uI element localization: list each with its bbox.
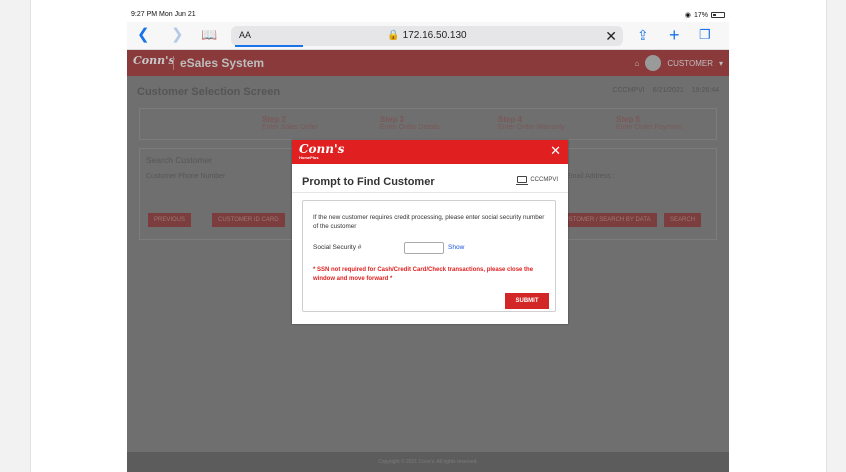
- address-bar[interactable]: AA 🔒 172.16.50.130 ✕: [231, 26, 623, 47]
- search-customer-heading: Search Customer: [146, 155, 213, 165]
- app-header: Conn's eSales System ⌂ CUSTOMER ▾: [127, 50, 729, 76]
- step-label: Step 4: [498, 115, 523, 124]
- station-id: CCCMPVI: [612, 87, 645, 94]
- page-meta: CCCMPVI 6/21/2021 19:26:44: [612, 87, 719, 94]
- submit-button[interactable]: SUBMIT: [505, 293, 549, 309]
- modal-header: Conn's HomePlus ✕: [292, 140, 568, 164]
- ssn-label: Social Security #: [313, 244, 362, 251]
- bookmarks-icon[interactable]: 📖: [201, 26, 217, 44]
- modal-description: If the new customer requires credit proc…: [313, 214, 545, 230]
- wifi-icon: ◉: [684, 12, 691, 19]
- step-2: Step 2 Enter Sales Order: [262, 115, 318, 131]
- close-icon[interactable]: ✕: [550, 143, 561, 159]
- step-sub: Enter Order Warranty: [498, 124, 565, 131]
- step-5: Step 5 Enter Order Payment: [616, 115, 682, 131]
- step-4: Step 4 Enter Order Warranty: [498, 115, 565, 131]
- safari-toolbar: ❮ ❯ 📖 AA 🔒 172.16.50.130 ✕ ⇪ + ❐: [127, 22, 729, 50]
- url-text: 172.16.50.130: [402, 30, 467, 41]
- modal-station: CCCMPVI: [516, 176, 558, 185]
- modal-title: Prompt to Find Customer: [302, 176, 435, 188]
- user-name[interactable]: CUSTOMER: [667, 59, 713, 68]
- search-by-data-button[interactable]: CUSTOMER / SEARCH BY DATA: [554, 213, 657, 227]
- show-ssn-link[interactable]: Show: [448, 244, 464, 251]
- current-time: 19:26:44: [691, 87, 719, 94]
- ssn-form-card: If the new customer requires credit proc…: [302, 200, 556, 312]
- app-title: eSales System: [173, 56, 264, 70]
- tabs-icon[interactable]: ❐: [699, 26, 711, 44]
- home-icon[interactable]: ⌂: [635, 59, 640, 68]
- step-sub: Enter Order Payment: [616, 124, 683, 131]
- conns-logo: Conn's HomePlus: [299, 143, 344, 160]
- phone-label: Customer Phone Number: [146, 173, 226, 180]
- loading-progress: [235, 45, 303, 47]
- share-icon[interactable]: ⇪: [637, 26, 649, 44]
- email-label: Email Address :: [566, 173, 615, 180]
- header-right: ⌂ CUSTOMER ▾: [635, 55, 723, 71]
- app-footer: Copyright © 2021 Conn's. All rights rese…: [127, 452, 729, 472]
- customer-id-card-button[interactable]: CUSTOMER ID CARD: [212, 213, 285, 227]
- status-time: 9:27 PM: [131, 11, 158, 18]
- lock-icon: 🔒: [387, 30, 400, 41]
- previous-button[interactable]: PREVIOUS: [148, 213, 192, 227]
- step-label: Step 3: [380, 115, 405, 124]
- battery-icon: [711, 12, 725, 18]
- status-bar: 9:27 PM Mon Jun 21 ◉ 17%: [127, 8, 729, 22]
- conns-logo: Conn's: [133, 54, 175, 67]
- step-sub: Enter Order Details: [380, 124, 440, 131]
- status-time-date: 9:27 PM Mon Jun 21: [131, 11, 196, 18]
- step-label: Step 2: [262, 115, 287, 124]
- back-icon[interactable]: ❮: [137, 26, 150, 44]
- search-button[interactable]: SEARCH: [664, 213, 702, 227]
- stop-loading-icon[interactable]: ✕: [605, 28, 617, 45]
- laptop-icon: [516, 176, 529, 185]
- battery-percent: 17%: [693, 11, 708, 19]
- step-label: Step 5: [616, 115, 641, 124]
- logo-text: Conn's: [299, 142, 345, 156]
- url-display[interactable]: 🔒 172.16.50.130: [231, 30, 623, 41]
- page-title: Customer Selection Screen: [137, 86, 281, 98]
- divider: [292, 192, 568, 193]
- status-indicators: ◉ 17%: [685, 11, 725, 19]
- forward-icon[interactable]: ❯: [171, 26, 184, 44]
- step-indicator: Step 2 Enter Sales Order Step 3 Enter Orde…: [139, 108, 717, 140]
- step-3: Step 3 Enter Order Details: [380, 115, 440, 131]
- chevron-down-icon[interactable]: ▾: [719, 59, 723, 68]
- station-id: CCCMPVI: [530, 176, 558, 183]
- ssn-input[interactable]: [404, 242, 444, 254]
- current-date: 6/21/2021: [652, 87, 684, 94]
- step-sub: Enter Sales Order: [262, 124, 319, 131]
- avatar[interactable]: [645, 55, 662, 71]
- find-customer-modal: Conn's HomePlus ✕ Prompt to Find Custome…: [292, 140, 568, 324]
- status-date: Mon Jun 21: [159, 11, 196, 18]
- new-tab-icon[interactable]: +: [669, 26, 680, 44]
- ssn-note: * SSN not required for Cash/Credit Card/…: [313, 267, 534, 282]
